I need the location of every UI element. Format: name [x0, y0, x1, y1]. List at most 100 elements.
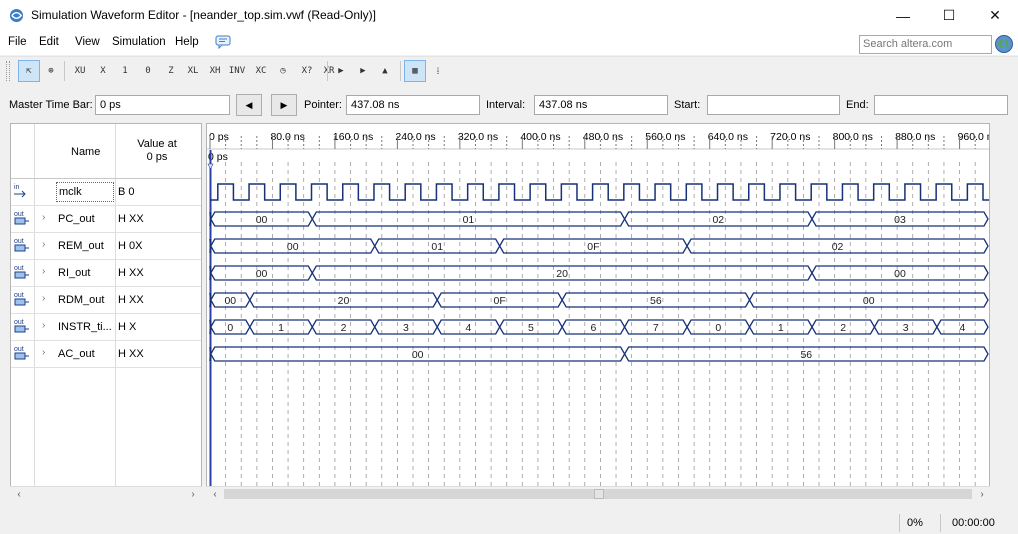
output-pin-icon: out	[14, 346, 29, 360]
run-functional-simulation-icon[interactable]: ▶	[330, 60, 352, 82]
uninitialized-icon[interactable]: XU	[69, 60, 91, 82]
interval-label: Interval:	[486, 99, 526, 111]
search-input[interactable]: Search altera.com	[859, 35, 992, 54]
scroll-left-arrow-icon[interactable]: ‹	[11, 486, 27, 502]
master-time-bar-input[interactable]: 0 ps	[95, 95, 230, 115]
bus-value-label: 2	[840, 322, 846, 334]
scroll-right-arrow-icon[interactable]: ›	[185, 486, 201, 502]
weak-high-icon[interactable]: XH	[204, 60, 226, 82]
end-field[interactable]	[874, 95, 1008, 115]
forcing-low-icon[interactable]: 0	[137, 60, 159, 82]
next-transition-button[interactable]: ▶	[271, 94, 297, 116]
feedback-icon[interactable]	[215, 35, 231, 49]
waveform-canvas[interactable]: 00 01 02 0300 01 0F 0200 20 0000 20 0F 56 000 1 2 3 4 5 6 7…	[207, 124, 990, 502]
snap-to-grid-icon[interactable]: ▦	[404, 60, 426, 82]
app-icon	[9, 8, 24, 23]
signal-value: H 0X	[118, 240, 143, 252]
clock-icon[interactable]: ◷	[272, 60, 294, 82]
bus-value-label: 1	[778, 322, 784, 334]
bus-value-label: 0	[715, 322, 721, 334]
signal-name[interactable]: PC_out	[58, 213, 114, 225]
prev-transition-button[interactable]: ◀	[236, 94, 262, 116]
arbitrary-value-icon[interactable]: X?	[296, 60, 318, 82]
elapsed-time: 00:00:00	[952, 517, 995, 529]
menu-help[interactable]: Help	[175, 36, 199, 48]
expand-chevron-icon[interactable]: ›	[42, 347, 45, 358]
grid-settings-icon[interactable]: ⁞	[427, 60, 449, 82]
close-button[interactable]: ✕	[972, 0, 1018, 31]
signal-list-panel: Name Value at 0 ps in mclk B 0 out › PC_out H …	[10, 123, 202, 502]
scroll-right-arrow-icon[interactable]: ›	[974, 486, 990, 502]
scroll-left-arrow-icon[interactable]: ‹	[207, 486, 223, 502]
count-value-icon[interactable]: XC	[250, 60, 272, 82]
signal-row[interactable]: out › RI_out H XX	[11, 260, 201, 287]
signal-value: H XX	[118, 348, 144, 360]
output-pin-icon: out	[14, 319, 29, 333]
bus-value-label: 00	[863, 295, 875, 307]
selection-tool-icon[interactable]: ⇱	[18, 60, 40, 82]
signal-row[interactable]: out › RDM_out H XX	[11, 287, 201, 314]
window-title: Simulation Waveform Editor - [neander_to…	[31, 8, 377, 22]
pin-direction-label: out	[14, 319, 24, 326]
high-impedance-icon[interactable]: Z	[160, 60, 182, 82]
signal-name[interactable]: AC_out	[58, 348, 114, 360]
bus-value-label: 00	[256, 214, 268, 226]
signal-row[interactable]: out › AC_out H XX	[11, 341, 201, 368]
bus-value-label: 7	[653, 322, 659, 334]
waveform-panel[interactable]: 0 ps 80.0 ns 160.0 ns 240.0 ns 320.0 ns 400.0…	[206, 123, 990, 502]
start-field[interactable]	[707, 95, 840, 115]
unknown-icon[interactable]: X	[92, 60, 114, 82]
end-label: End:	[846, 99, 869, 111]
signal-row[interactable]: in mclk B 0	[11, 179, 201, 206]
signal-row[interactable]: out › REM_out H 0X	[11, 233, 201, 260]
menu-view[interactable]: View	[75, 36, 100, 48]
maximize-button[interactable]: ☐	[926, 0, 972, 31]
pin-direction-label: out	[14, 292, 24, 299]
signal-name[interactable]: INSTR_ti...	[58, 321, 114, 333]
signal-name[interactable]: REM_out	[58, 240, 114, 252]
bus-value-label: 00	[224, 295, 236, 307]
signal-list-scrollbar[interactable]	[10, 486, 202, 502]
signal-name[interactable]: RI_out	[58, 267, 114, 279]
waveform-vertical-scrollbar[interactable]	[990, 123, 1007, 486]
name-column-header[interactable]: Name	[71, 146, 100, 158]
status-divider	[899, 514, 900, 532]
invert-icon[interactable]: INV	[226, 60, 248, 82]
menu-simulation[interactable]: Simulation	[112, 36, 166, 48]
cursor-marker-icon	[207, 163, 214, 170]
minimize-button[interactable]: —	[880, 0, 926, 31]
pin-direction-label: out	[14, 265, 24, 272]
signal-name[interactable]: RDM_out	[58, 294, 114, 306]
start-label: Start:	[674, 99, 701, 111]
expand-chevron-icon[interactable]: ›	[42, 212, 45, 223]
input-pin-icon: in	[14, 184, 26, 198]
expand-chevron-icon[interactable]: ›	[42, 320, 45, 331]
forcing-high-icon[interactable]: 1	[114, 60, 136, 82]
weak-low-icon[interactable]: XL	[182, 60, 204, 82]
signal-row[interactable]: out › PC_out H XX	[11, 206, 201, 233]
expand-chevron-icon[interactable]: ›	[42, 239, 45, 250]
bus-value-label: 56	[650, 295, 662, 307]
menu-edit[interactable]: Edit	[39, 36, 59, 48]
signal-row[interactable]: out › INSTR_ti... H X	[11, 314, 201, 341]
signal-value: H X	[118, 321, 137, 333]
menu-file[interactable]: File	[8, 36, 27, 48]
interval-field[interactable]: 437.08 ns	[534, 95, 668, 115]
generate-netlist-icon[interactable]: ▲	[374, 60, 396, 82]
bus-value-label: 00	[894, 268, 906, 280]
zoom-tool-icon[interactable]: ⊕	[40, 60, 62, 82]
pin-direction-label: in	[14, 184, 20, 191]
value-column-header[interactable]: Value at 0 ps	[116, 138, 198, 164]
expand-chevron-icon[interactable]: ›	[42, 266, 45, 277]
scroll-thumb[interactable]	[594, 489, 604, 499]
toolbar-grip[interactable]	[6, 61, 10, 81]
status-bar	[0, 510, 1018, 534]
bus-value-label: 0	[227, 322, 233, 334]
bus-value-label: 03	[894, 214, 906, 226]
run-timing-simulation-icon[interactable]: ▶	[352, 60, 374, 82]
globe-icon[interactable]	[994, 34, 1014, 54]
expand-chevron-icon[interactable]: ›	[42, 293, 45, 304]
pointer-field[interactable]: 437.08 ns	[346, 95, 480, 115]
pin-direction-label: out	[14, 211, 24, 218]
signal-name[interactable]: mclk	[56, 182, 114, 202]
